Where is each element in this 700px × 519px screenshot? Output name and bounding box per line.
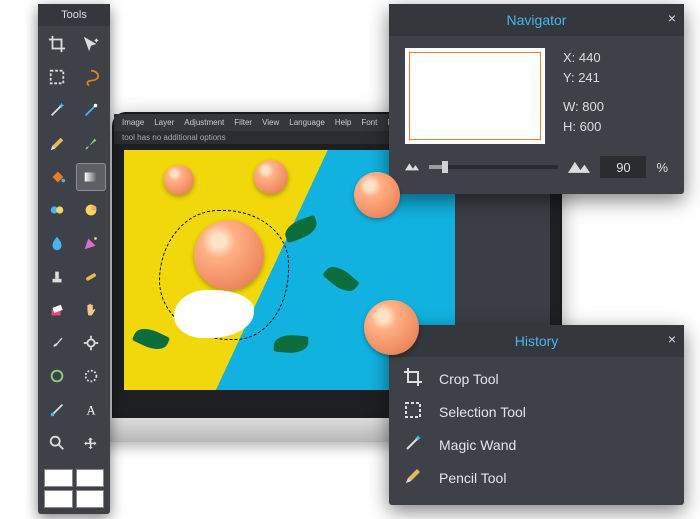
history-item-label: Magic Wand xyxy=(439,437,516,453)
crop-icon xyxy=(403,367,423,390)
menu-item[interactable]: Adjustment xyxy=(184,118,224,127)
hand-icon[interactable] xyxy=(76,296,107,324)
history-item-label: Pencil Tool xyxy=(439,470,506,486)
canvas-art xyxy=(364,300,419,355)
menu-item[interactable]: Font xyxy=(361,118,377,127)
lasso-icon[interactable] xyxy=(76,63,107,91)
shape-icon[interactable] xyxy=(42,362,73,390)
history-title: History xyxy=(515,333,559,349)
close-icon[interactable]: × xyxy=(668,331,676,347)
menu-item[interactable]: Help xyxy=(335,118,351,127)
heal-icon[interactable] xyxy=(76,263,107,291)
zoom-value[interactable]: 90 xyxy=(600,156,646,178)
menu-item[interactable]: Language xyxy=(289,118,325,127)
pencil-icon[interactable] xyxy=(42,130,73,158)
clone-stamp-icon[interactable] xyxy=(42,263,73,291)
magic-wand-icon xyxy=(403,433,423,456)
zoom-icon[interactable] xyxy=(42,429,73,457)
text-icon[interactable] xyxy=(76,396,107,424)
history-item-label: Crop Tool xyxy=(439,371,499,387)
history-item[interactable]: Magic Wand xyxy=(403,433,670,456)
bucket-icon[interactable] xyxy=(42,163,73,191)
nav-w: 800 xyxy=(582,99,604,114)
history-item[interactable]: Crop Tool xyxy=(403,367,670,390)
navigator-title: Navigator xyxy=(507,12,567,28)
tools-title: Tools xyxy=(38,4,110,26)
nav-y: 241 xyxy=(578,70,600,85)
pan-icon[interactable] xyxy=(76,429,107,457)
tools-panel: Tools xyxy=(38,4,110,514)
color-swatch[interactable] xyxy=(44,490,73,508)
pencil-icon xyxy=(403,466,423,489)
canvas-art xyxy=(282,215,320,244)
wand-sparkle-icon[interactable] xyxy=(76,96,107,124)
zoom-out-icon[interactable] xyxy=(405,160,419,174)
color-replace-icon[interactable] xyxy=(42,196,73,224)
menu-item[interactable]: View xyxy=(262,118,279,127)
canvas-art xyxy=(322,261,360,297)
navigator-panel: Navigator × X: 440 Y: 241 W: 800 H: 600 … xyxy=(389,4,684,194)
color-swatch[interactable] xyxy=(76,469,105,487)
zoom-slider[interactable] xyxy=(429,165,558,169)
menu-item[interactable]: Filter xyxy=(234,118,252,127)
history-panel: History × Crop Tool Selection Tool Magic W… xyxy=(389,325,684,505)
history-item[interactable]: Pencil Tool xyxy=(403,466,670,489)
party-icon[interactable] xyxy=(76,229,107,257)
canvas-art xyxy=(164,165,194,195)
menu-item[interactable]: Image xyxy=(122,118,144,127)
canvas-art xyxy=(132,324,170,355)
swatch-row xyxy=(38,463,110,514)
zoom-unit: % xyxy=(656,160,668,175)
dodge-icon[interactable] xyxy=(76,329,107,357)
navigator-stats: X: 440 Y: 241 W: 800 H: 600 xyxy=(563,48,604,144)
eraser-icon[interactable] xyxy=(42,296,73,324)
canvas-art xyxy=(354,172,400,218)
zoom-in-icon[interactable] xyxy=(568,159,590,176)
menu-item[interactable]: Layer xyxy=(154,118,174,127)
marquee-icon[interactable] xyxy=(42,63,73,91)
close-icon[interactable]: × xyxy=(668,10,676,26)
crop-icon[interactable] xyxy=(42,30,73,58)
nav-h: 600 xyxy=(580,119,602,134)
magic-wand-icon[interactable] xyxy=(42,96,73,124)
history-item[interactable]: Selection Tool xyxy=(403,400,670,423)
gradient-icon[interactable] xyxy=(76,163,107,191)
brush-icon[interactable] xyxy=(76,130,107,158)
move-icon[interactable] xyxy=(76,30,107,58)
blob-icon[interactable] xyxy=(76,196,107,224)
eyedropper-icon[interactable] xyxy=(42,396,73,424)
marquee-icon xyxy=(403,400,423,423)
shape-select-icon[interactable] xyxy=(76,362,107,390)
nav-x: 440 xyxy=(579,50,601,65)
smudge-icon[interactable] xyxy=(42,329,73,357)
color-swatch[interactable] xyxy=(44,469,73,487)
drop-icon[interactable] xyxy=(42,229,73,257)
navigator-thumbnail[interactable] xyxy=(405,48,545,144)
canvas-art xyxy=(273,334,308,355)
history-item-label: Selection Tool xyxy=(439,404,526,420)
color-swatch[interactable] xyxy=(76,490,105,508)
canvas-art xyxy=(254,160,288,194)
